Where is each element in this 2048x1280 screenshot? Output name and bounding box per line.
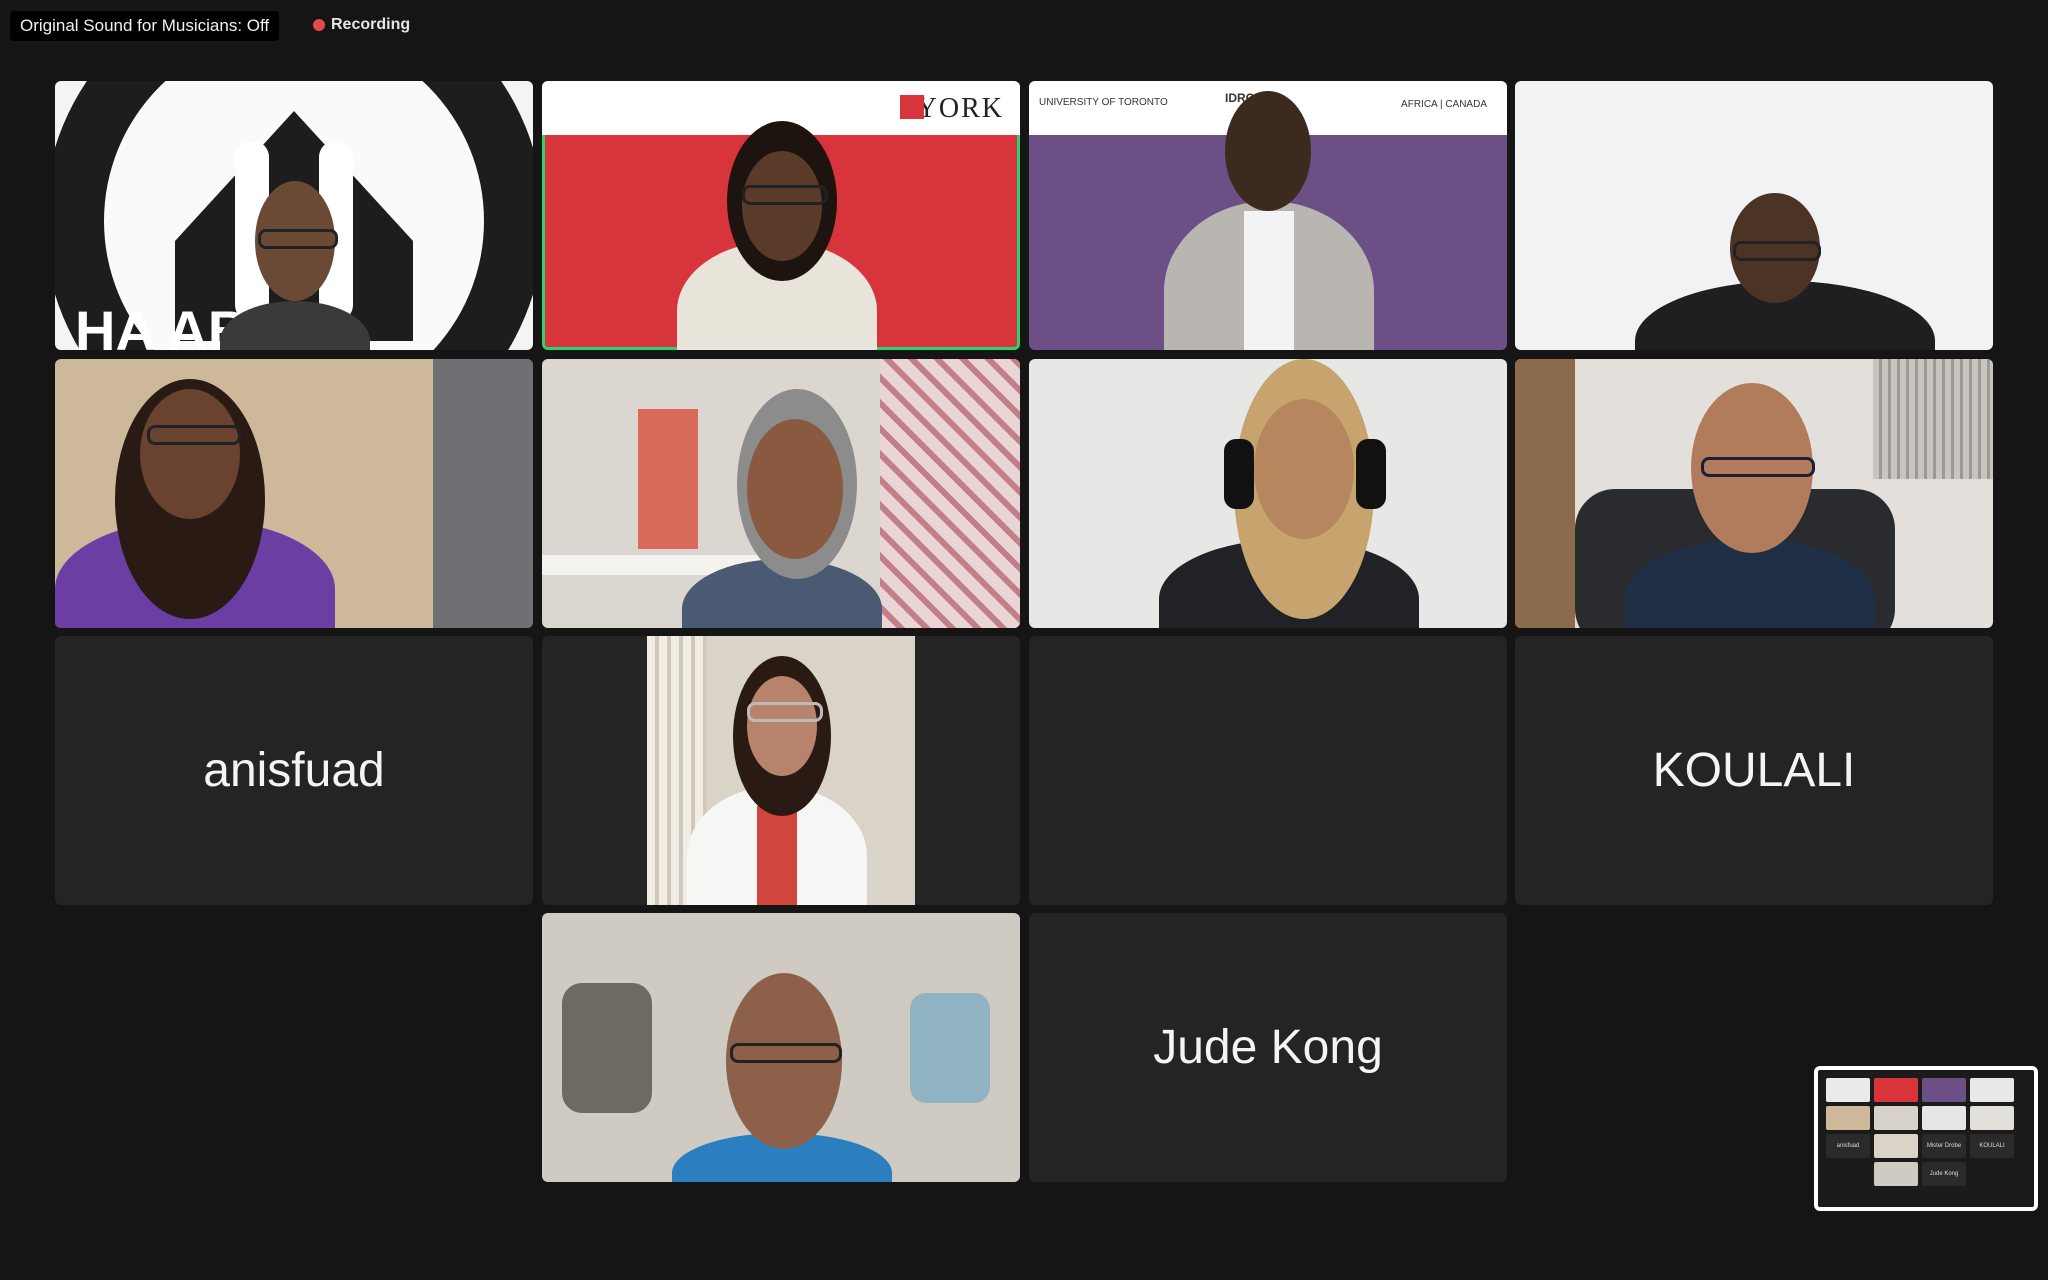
recording-label: Recording (331, 16, 411, 33)
participant-name: Jude Kong (1153, 1021, 1383, 1074)
africa-canada-text: AFRICA | CANADA (1401, 99, 1487, 110)
mini-participant-name: anisfuad (1836, 1143, 1860, 1149)
recording-dot-icon (313, 19, 325, 31)
participant-tile-name-only[interactable] (1029, 636, 1507, 905)
mini-tile (1874, 1162, 1918, 1186)
participant-tile[interactable] (1515, 359, 1993, 628)
mini-tile (1826, 1078, 1870, 1102)
participant-video: HA AB (55, 81, 533, 350)
participant-video (542, 359, 1020, 628)
participant-video (542, 913, 1020, 1182)
participant-video (1515, 81, 1993, 350)
mini-tile: anisfuad (1826, 1134, 1870, 1158)
participant-video (1515, 359, 1993, 628)
participant-video (647, 636, 915, 905)
mini-tile (1922, 1078, 1966, 1102)
participant-name: KOULALI (1652, 744, 1856, 797)
participant-tile[interactable]: UNIVERSITY OF TORONTO IDRC AFRICA | CANA… (1029, 81, 1507, 350)
participant-video (55, 359, 533, 628)
participant-tile[interactable] (55, 359, 533, 628)
gallery-mini-view[interactable]: anisfuad Mister Drobe KOULALI Jude Kong (1814, 1066, 2038, 1211)
mini-tile (1874, 1078, 1918, 1102)
mini-tile (1874, 1134, 1918, 1158)
participant-name: anisfuad (203, 744, 385, 797)
participant-video (1029, 359, 1507, 628)
participant-tile[interactable] (542, 359, 1020, 628)
mini-participant-name: Jude Kong (1929, 1171, 1959, 1177)
participant-video: UNIVERSITY OF TORONTO IDRC AFRICA | CANA… (1029, 81, 1507, 350)
participant-name (1029, 636, 1507, 905)
mini-tile: KOULALI (1970, 1134, 2014, 1158)
mini-tile (1922, 1106, 1966, 1130)
original-sound-status[interactable]: Original Sound for Musicians: Off (10, 11, 280, 41)
participant-tile-active-speaker[interactable]: YORK (542, 81, 1020, 350)
participant-tile[interactable] (1029, 359, 1507, 628)
participant-tile-name-only[interactable]: KOULALI (1515, 636, 1993, 905)
mini-tile (1874, 1106, 1918, 1130)
participant-tile[interactable] (542, 913, 1020, 1182)
participant-video: YORK (542, 81, 1020, 350)
mini-tile: Jude Kong (1922, 1162, 1966, 1186)
participant-tile[interactable] (1515, 81, 1993, 350)
mini-tile (1970, 1078, 2014, 1102)
participant-tile-name-only[interactable]: anisfuad (55, 636, 533, 905)
york-logo-text: YORK (916, 93, 1004, 124)
uoft-text: UNIVERSITY OF TORONTO (1039, 97, 1168, 108)
mini-tile: Mister Drobe (1922, 1134, 1966, 1158)
participant-tile[interactable]: HA AB (55, 81, 533, 350)
original-sound-label: Original Sound for Musicians: Off (20, 16, 270, 35)
mini-tile (1826, 1106, 1870, 1130)
recording-indicator[interactable]: Recording (313, 14, 410, 36)
mini-participant-name: KOULALI (1979, 1143, 2005, 1149)
mini-tile (1970, 1106, 2014, 1130)
mini-participant-name: Mister Drobe (1926, 1143, 1962, 1149)
participant-tile-name-only[interactable]: Jude Kong (1029, 913, 1507, 1182)
participant-tile[interactable] (542, 636, 1020, 905)
